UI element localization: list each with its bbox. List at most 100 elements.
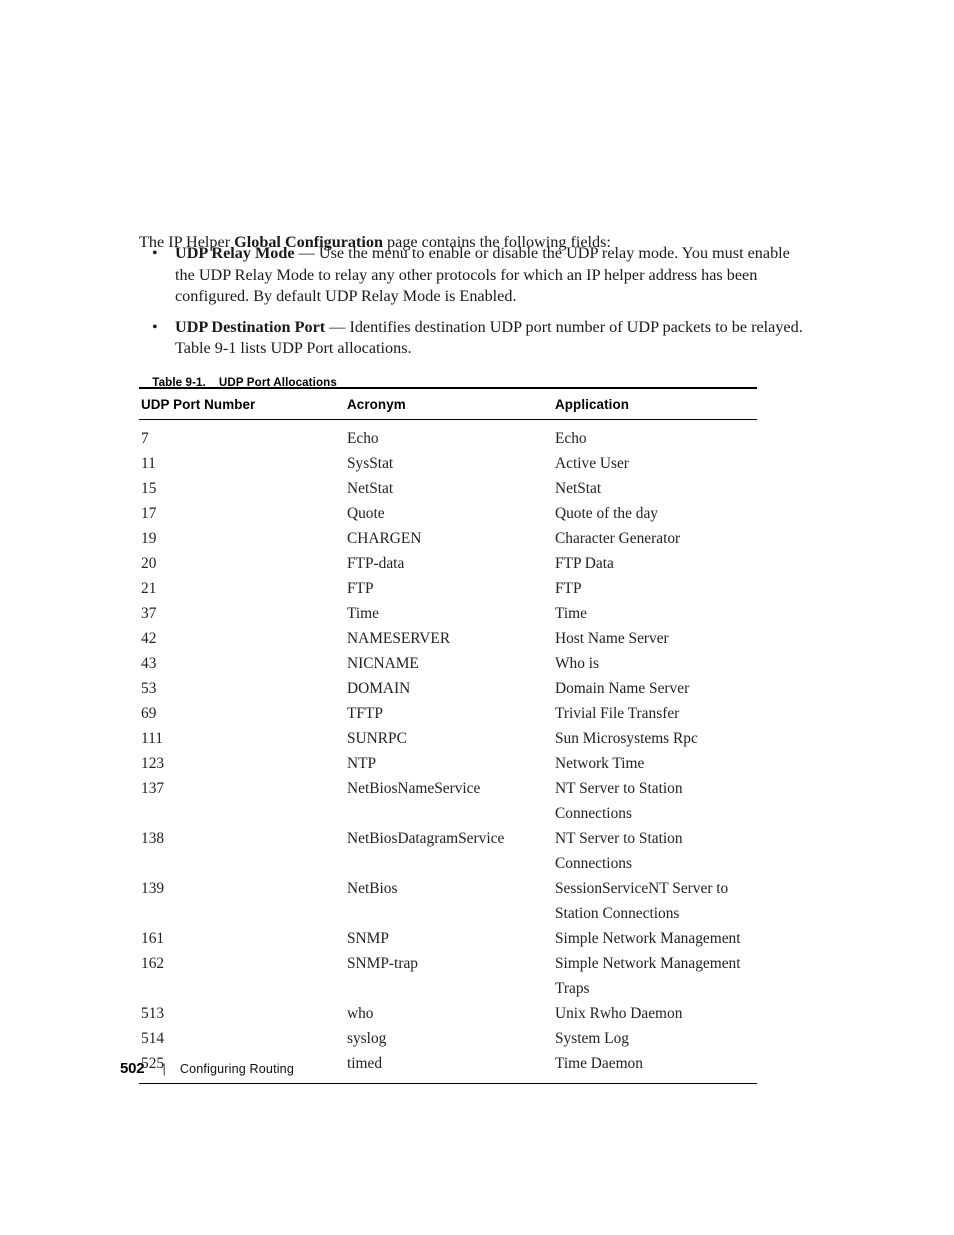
cell-acronym: NAMESERVER [347,630,451,647]
cell-acronym: NetBiosDatagramService [347,830,505,847]
cell-application: System Log [555,1030,629,1047]
cell-udp-port-number: 139 [141,880,165,897]
udp-port-allocations-table: UDP Port Number Acronym Application 7 Ech… [139,387,757,1084]
table-row: 137 NetBiosNameService NT Server to Statio… [139,776,757,826]
list-item-separator: — [294,244,319,262]
cell-application: Active User [555,455,629,472]
cell-udp-port-number: 137 [141,780,165,797]
cell-udp-port-number: 11 [141,455,156,472]
cell-udp-port-number: 42 [141,630,157,647]
cell-application: SessionServiceNT Server to Station Conne… [555,880,729,922]
table-row: 37 Time Time [139,601,757,626]
list-item-term: UDP Destination Port [175,317,326,336]
cell-application: Host Name Server [555,630,669,647]
cell-udp-port-number: 162 [141,955,165,972]
cell-application: Simple Network Management [555,930,741,947]
cell-application: Domain Name Server [555,680,690,697]
cell-application: NT Server to Station Connections [555,780,683,822]
table-body: 7 Echo Echo 11 SysStat Active User 15 NetStat Ne… [139,420,757,1083]
bullet-icon: • [152,245,158,262]
column-header-application: Application [555,396,630,412]
cell-udp-port-number: 111 [141,730,163,747]
cell-acronym: syslog [347,1030,387,1047]
cell-udp-port-number: 20 [141,555,157,572]
column-header-acronym: Acronym [347,396,406,412]
cell-acronym: Echo [347,430,379,447]
table-row: 53 DOMAIN Domain Name Server [139,676,757,701]
table-row: 43 NICNAME Who is [139,651,757,676]
cell-application: Echo [555,430,587,447]
table-row: 161 SNMP Simple Network Management [139,926,757,951]
cell-udp-port-number: 37 [141,605,157,622]
cell-application: Unix Rwho Daemon [555,1005,683,1022]
cell-udp-port-number: 123 [141,755,165,772]
table-row: 17 Quote Quote of the day [139,501,757,526]
table-row: 123 NTP Network Time [139,751,757,776]
bullet-icon: • [152,318,158,336]
cell-acronym: timed [347,1055,383,1072]
cell-application: FTP Data [555,555,614,572]
footer-chapter-title: Configuring Routing [179,1062,294,1076]
cell-udp-port-number: 17 [141,505,157,522]
cell-application: Trivial File Transfer [555,705,680,722]
table-row: 42 NAMESERVER Host Name Server [139,626,757,651]
table-row: 139 NetBios SessionServiceNT Server to Sta… [139,876,757,926]
cell-udp-port-number: 138 [141,830,165,847]
table-row: 514 syslog System Log [139,1026,757,1051]
field-bullet-list: • UDP Relay Mode — Use the menu to enable… [139,243,811,369]
cell-application: Who is [555,655,600,672]
table-row: 11 SysStat Active User [139,451,757,476]
footer-page-number: 502 [120,1060,145,1077]
cell-acronym: SysStat [347,455,394,472]
cell-application: Time [555,605,587,622]
table-bottom-rule [139,1083,757,1084]
cell-application: Time Daemon [555,1055,643,1072]
cell-acronym: SUNRPC [347,730,407,747]
column-header-udp-port-number: UDP Port Number [141,396,256,412]
list-item: • UDP Relay Mode — Use the menu to enable… [139,243,811,308]
cell-udp-port-number: 7 [141,430,149,447]
list-item: • UDP Destination Port — Identifies desti… [139,317,811,360]
cell-acronym: NetBiosNameService [347,780,481,797]
table-row: 21 FTP FTP [139,576,757,601]
cell-udp-port-number: 161 [141,930,165,947]
cell-udp-port-number: 43 [141,655,157,672]
cell-acronym: CHARGEN [347,530,422,547]
table-row: 111 SUNRPC Sun Microsystems Rpc [139,726,757,751]
cell-application: FTP [555,580,582,597]
table-row: 162 SNMP-trap Simple Network Management Tr… [139,951,757,1001]
cell-acronym: Time [347,605,379,622]
cell-udp-port-number: 514 [141,1030,165,1047]
table-row: 138 NetBiosDatagramService NT Server to St… [139,826,757,876]
cell-udp-port-number: 53 [141,680,157,697]
table-row: 7 Echo Echo [139,426,757,451]
cell-application: NetStat [555,480,602,497]
cell-application: Simple Network Management Traps [555,955,741,997]
cell-acronym: TFTP [347,705,383,722]
cell-acronym: Quote [347,505,385,522]
table-row: 513 who Unix Rwho Daemon [139,1001,757,1026]
cell-application: Network Time [555,755,645,772]
cell-application: Character Generator [555,530,681,547]
table-header-row: UDP Port Number Acronym Application [139,389,757,419]
footer-separator: | [162,1061,166,1076]
cell-acronym: NICNAME [347,655,419,672]
table-row: 69 TFTP Trivial File Transfer [139,701,757,726]
cell-acronym: FTP-data [347,555,405,572]
list-item-separator: — [325,317,350,336]
cell-udp-port-number: 15 [141,480,157,497]
cell-acronym: NetStat [347,480,394,497]
cell-udp-port-number: 19 [141,530,157,547]
cell-acronym: FTP [347,580,374,597]
list-item-term: UDP Relay Mode [175,244,295,262]
cell-application: Quote of the day [555,505,658,522]
cell-application: Sun Microsystems Rpc [555,730,698,747]
cell-acronym: DOMAIN [347,680,411,697]
cell-application: NT Server to Station Connections [555,830,683,872]
cell-udp-port-number: 513 [141,1005,165,1022]
cell-udp-port-number: 69 [141,705,157,722]
table-row: 20 FTP-data FTP Data [139,551,757,576]
cell-acronym: NetBios [347,880,398,897]
cell-acronym: SNMP [347,930,389,947]
cell-udp-port-number: 21 [141,580,157,597]
